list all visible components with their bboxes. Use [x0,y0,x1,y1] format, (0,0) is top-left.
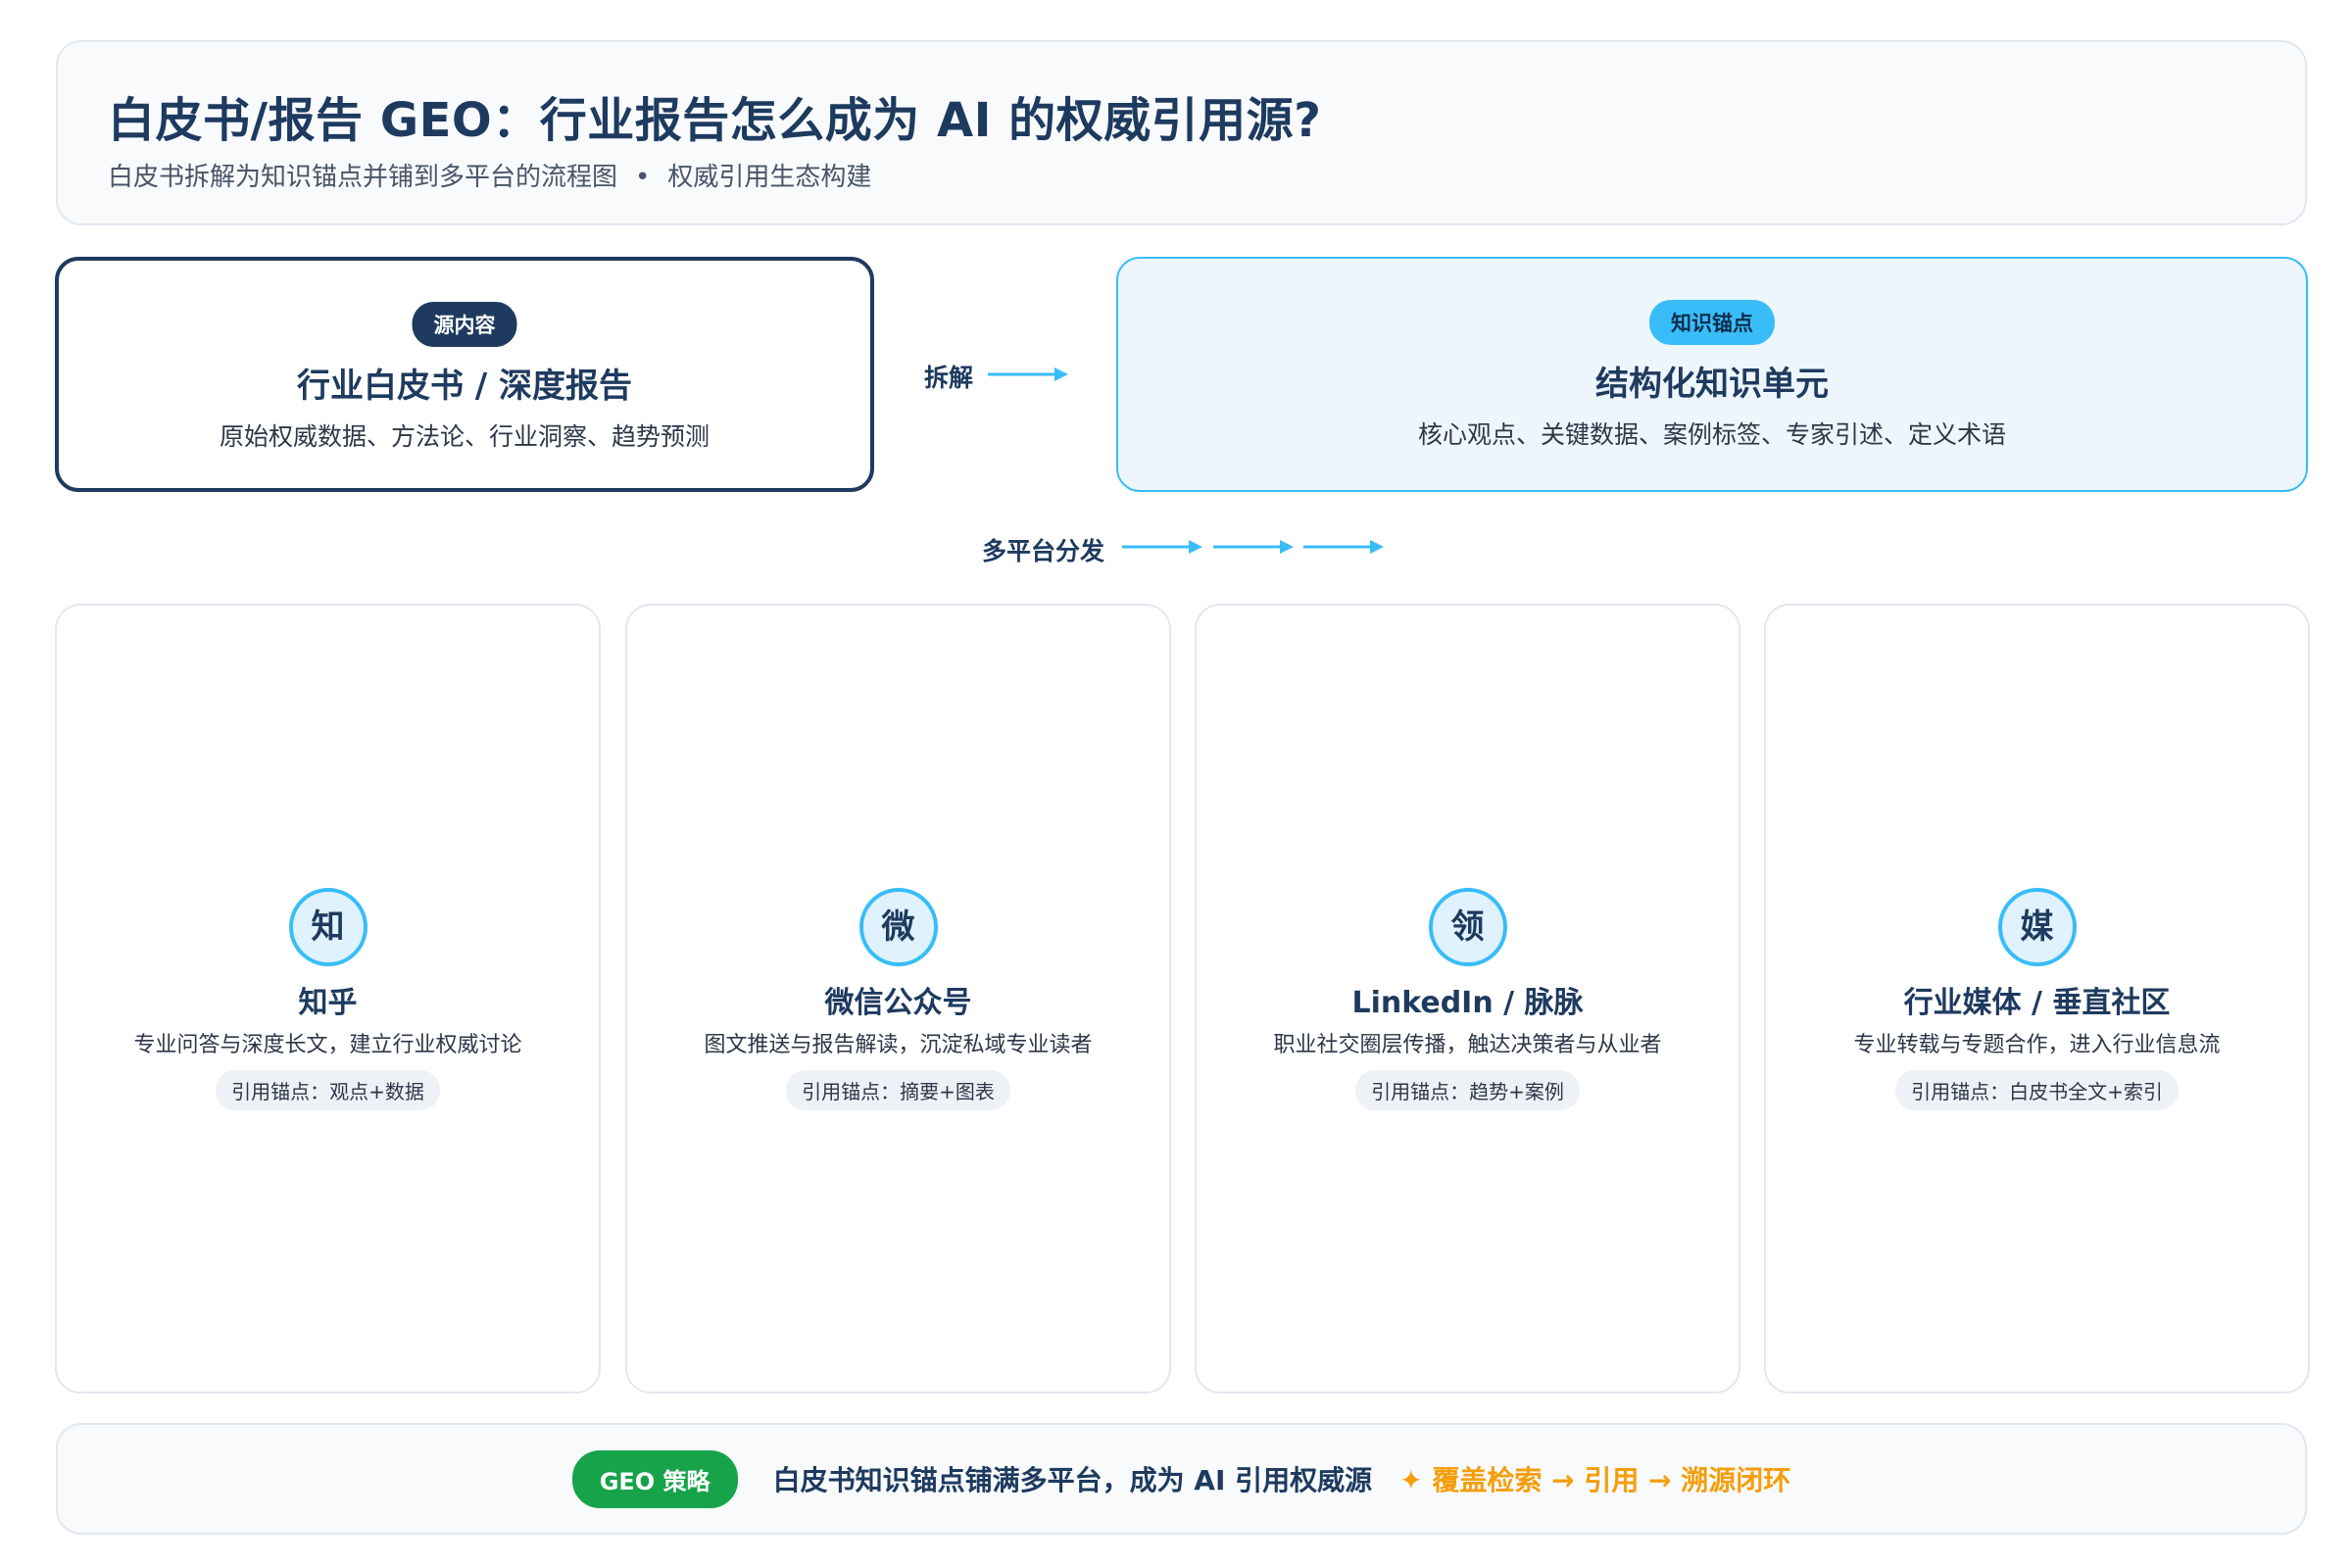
source-content-box: 源内容 行业白皮书 / 深度报告 原始权威数据、方法论、行业洞察、趋势预测 [55,257,874,492]
platform-card-zhihu: 知 知乎 专业问答与深度长文，建立行业权威讨论 引用锚点：观点+数据 [55,604,601,1394]
platform-card-linkedin: 领 LinkedIn / 脉脉 职业社交圈层传播，触达决策者与从业者 引用锚点：… [1195,604,1740,1394]
citation-anchor-tag: 引用锚点：摘要+图表 [786,1070,1010,1110]
page-subtitle: 白皮书拆解为知识锚点并铺到多平台的流程图 • 权威引用生态构建 [108,157,871,193]
anchor-badge: 知识锚点 [1649,300,1775,345]
distribute-arrow-icon-2 [1213,540,1294,554]
anchor-description: 核心观点、关键数据、案例标签、专家引述、定义术语 [1417,420,2006,449]
platform-name: 行业媒体 / 垂直社区 [1903,986,2171,1020]
distribute-arrow-icon-3 [1303,540,1384,554]
wechat-icon: 微 [858,888,938,966]
citation-anchor-tag: 引用锚点：白皮书全文+索引 [1895,1070,2179,1110]
platform-description: 职业社交圈层传播，触达决策者与从业者 [1273,1033,1662,1057]
platform-card-industry-media: 媒 行业媒体 / 垂直社区 专业转载与专题合作，进入行业信息流 引用锚点：白皮书… [1764,604,2310,1394]
subtitle-separator: • [635,163,651,192]
subtitle-suffix: 权威引用生态构建 [667,163,872,192]
header-panel: 白皮书/报告 GEO：行业报告怎么成为 AI 的权威引用源? 白皮书拆解为知识锚… [56,40,2307,225]
platform-description: 专业转载与专题合作，进入行业信息流 [1853,1033,2221,1057]
source-title: 行业白皮书 / 深度报告 [296,367,633,406]
zhihu-icon: 知 [288,888,368,966]
source-badge: 源内容 [412,302,517,347]
platform-description: 图文推送与报告解读，沉淀私域专业读者 [704,1033,1093,1057]
linkedin-icon: 领 [1428,888,1507,966]
platform-card-wechat: 微 微信公众号 图文推送与报告解读，沉淀私域专业读者 引用锚点：摘要+图表 [625,604,1171,1394]
subtitle-main: 白皮书拆解为知识锚点并铺到多平台的流程图 [108,163,618,192]
distribute-arrow-icon-1 [1122,540,1202,554]
knowledge-anchor-box: 知识锚点 结构化知识单元 核心观点、关键数据、案例标签、专家引述、定义术语 [1116,257,2308,492]
citation-anchor-tag: 引用锚点：趋势+案例 [1355,1070,1580,1110]
footer-strategy-panel: GEO 策略 白皮书知识锚点铺满多平台，成为 AI 引用权威源 ✦ 覆盖检索 →… [56,1423,2307,1535]
strategy-accent: ✦ 覆盖检索 → 引用 → 溯源闭环 [1399,1464,1791,1496]
strategy-text: 白皮书知识锚点铺满多平台，成为 AI 引用权威源 [772,1464,1373,1496]
decompose-arrow-icon [988,368,1068,381]
platform-name: 知乎 [298,986,358,1020]
source-description: 原始权威数据、方法论、行业洞察、趋势预测 [219,422,710,451]
decompose-label: 拆解 [924,364,974,392]
platform-name: 微信公众号 [824,986,972,1020]
page-title: 白皮书/报告 GEO：行业报告怎么成为 AI 的权威引用源? [108,93,1322,148]
geo-strategy-badge: GEO 策略 [571,1449,738,1508]
platform-name: LinkedIn / 脉脉 [1351,986,1584,1020]
media-icon: 媒 [1997,888,2077,966]
citation-anchor-tag: 引用锚点：观点+数据 [216,1070,440,1110]
distribute-label: 多平台分发 [982,537,1105,565]
platform-description: 专业问答与深度长文，建立行业权威讨论 [133,1033,522,1057]
anchor-title: 结构化知识单元 [1595,365,1829,404]
